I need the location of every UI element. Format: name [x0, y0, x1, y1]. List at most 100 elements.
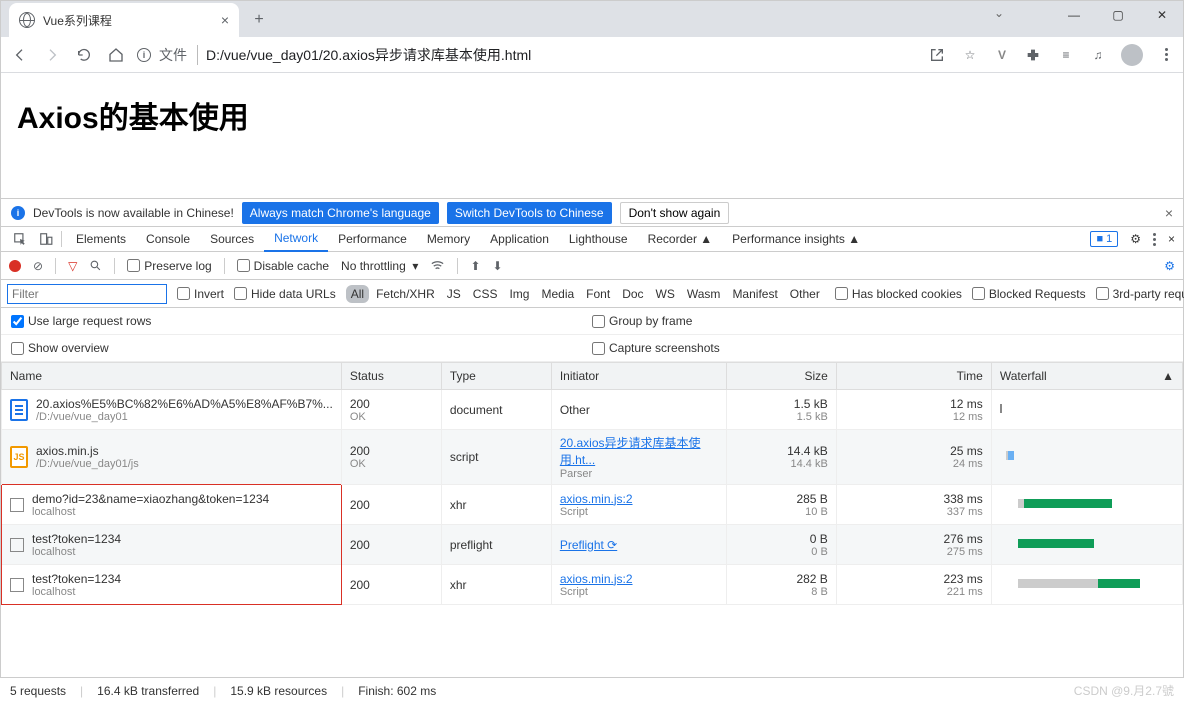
browser-tab-bar: Vue系列课程 × + [1, 1, 1183, 37]
v-icon[interactable]: V [993, 48, 1011, 62]
tab-title: Vue系列课程 [43, 12, 112, 29]
initiator-link[interactable]: axios.min.js:2 [560, 572, 633, 586]
info-icon[interactable]: i [137, 48, 151, 62]
table-row[interactable]: test?token=1234localhost 200 preflight P… [2, 525, 1183, 565]
throttling-select[interactable]: No throttling ▾ [341, 259, 418, 273]
download-icon[interactable]: ⬇ [493, 259, 503, 273]
home-button[interactable] [105, 44, 127, 66]
tab-close-icon[interactable]: × [221, 12, 229, 28]
header-initiator[interactable]: Initiator [551, 363, 726, 390]
devtools-tab-sources[interactable]: Sources [200, 226, 264, 252]
settings-icon[interactable]: ⚙ [1130, 232, 1141, 246]
maximize-button[interactable]: ▢ [1096, 0, 1140, 30]
table-row[interactable]: demo?id=23&name=xiaozhang&token=1234loca… [2, 485, 1183, 525]
devtools-tab-performanceinsights[interactable]: Performance insights ▲ [722, 226, 870, 252]
initiator-link[interactable]: Preflight ⟳ [560, 538, 617, 552]
reload-button[interactable] [73, 44, 95, 66]
device-icon[interactable] [35, 232, 57, 246]
header-waterfall[interactable]: Waterfall ▲ [991, 363, 1182, 390]
clear-icon[interactable]: ⊘ [33, 259, 43, 273]
disable-cache-checkbox[interactable]: Disable cache [237, 259, 329, 273]
status-code: 200 [350, 538, 433, 552]
back-button[interactable] [9, 44, 31, 66]
blocked-cookies-checkbox[interactable]: Has blocked cookies [835, 287, 962, 301]
filter-type-doc[interactable]: Doc [617, 285, 648, 303]
header-size[interactable]: Size [726, 363, 836, 390]
reading-list-icon[interactable]: ≡ [1057, 48, 1075, 62]
menu-icon[interactable] [1157, 48, 1175, 61]
network-settings-icon[interactable]: ⚙ [1164, 259, 1175, 273]
waterfall-bar [1000, 404, 1140, 416]
devtools-tab-memory[interactable]: Memory [417, 226, 480, 252]
devtools-tab-recorder[interactable]: Recorder ▲ [638, 226, 723, 252]
share-icon[interactable] [929, 47, 947, 63]
filter-type-img[interactable]: Img [504, 285, 534, 303]
minimize-button[interactable]: — [1052, 0, 1096, 30]
devtools-tab-console[interactable]: Console [136, 226, 200, 252]
table-row[interactable]: test?token=1234localhost 200 xhr axios.m… [2, 565, 1183, 605]
table-row[interactable]: JSaxios.min.js/D:/vue/vue_day01/js 200OK… [2, 430, 1183, 485]
filter-type-css[interactable]: CSS [468, 285, 503, 303]
filter-icon[interactable]: ▽ [68, 259, 77, 273]
filter-type-font[interactable]: Font [581, 285, 615, 303]
switch-chinese-button[interactable]: Switch DevTools to Chinese [447, 202, 612, 224]
new-tab-button[interactable]: + [245, 6, 273, 34]
preserve-log-checkbox[interactable]: Preserve log [127, 259, 211, 273]
screenshots-checkbox[interactable]: Capture screenshots [592, 341, 720, 355]
large-rows-checkbox[interactable]: Use large request rows [11, 314, 151, 328]
time-value: 25 ms [950, 444, 983, 458]
upload-icon[interactable]: ⬆ [470, 259, 480, 273]
header-type[interactable]: Type [441, 363, 551, 390]
hide-data-checkbox[interactable]: Hide data URLs [234, 287, 336, 301]
inspect-icon[interactable] [9, 232, 31, 246]
filter-type-ws[interactable]: WS [651, 285, 680, 303]
devtools-tab-performance[interactable]: Performance [328, 226, 417, 252]
show-overview-checkbox[interactable]: Show overview [11, 341, 109, 355]
initiator-link[interactable]: axios.min.js:2 [560, 492, 633, 506]
filter-type-manifest[interactable]: Manifest [727, 285, 782, 303]
request-path: /D:/vue/vue_day01/js [36, 458, 139, 470]
filter-type-media[interactable]: Media [536, 285, 579, 303]
devtools-tab-lighthouse[interactable]: Lighthouse [559, 226, 638, 252]
profile-avatar[interactable] [1121, 44, 1143, 66]
filter-type-wasm[interactable]: Wasm [682, 285, 726, 303]
url-field[interactable]: i 文件 D:/vue/vue_day01/20.axios异步请求库基本使用.… [137, 45, 919, 65]
table-row[interactable]: 20.axios%E5%BC%82%E6%AD%A5%E8%AF%B7%.../… [2, 390, 1183, 430]
close-button[interactable]: ✕ [1140, 0, 1184, 30]
browser-tab[interactable]: Vue系列课程 × [9, 3, 239, 37]
music-icon[interactable]: ♫ [1089, 48, 1107, 62]
filter-bar: Invert Hide data URLs AllFetch/XHRJSCSSI… [1, 280, 1183, 308]
issues-badge[interactable]: ■ 1 [1090, 231, 1118, 247]
bookmark-icon[interactable]: ☆ [961, 48, 979, 62]
window-dropdown[interactable]: ⌄ [994, 6, 1004, 20]
filter-type-other[interactable]: Other [785, 285, 825, 303]
filter-type-js[interactable]: JS [442, 285, 466, 303]
filter-input[interactable] [7, 284, 167, 304]
extensions-icon[interactable] [1025, 47, 1043, 63]
match-language-button[interactable]: Always match Chrome's language [242, 202, 439, 224]
request-type: document [441, 390, 551, 430]
header-name[interactable]: Name [2, 363, 342, 390]
record-button[interactable] [9, 260, 21, 272]
filter-type-all[interactable]: All [346, 285, 369, 303]
third-party-checkbox[interactable]: 3rd-party requests [1096, 287, 1184, 301]
time-value: 338 ms [943, 492, 982, 506]
blocked-requests-checkbox[interactable]: Blocked Requests [972, 287, 1086, 301]
invert-checkbox[interactable]: Invert [177, 287, 224, 301]
devtools-tab-network[interactable]: Network [264, 226, 328, 252]
banner-close-icon[interactable]: × [1165, 205, 1173, 221]
devtools-close-icon[interactable]: × [1168, 232, 1175, 246]
search-icon[interactable] [89, 259, 102, 272]
filter-type-fetchxhr[interactable]: Fetch/XHR [371, 285, 440, 303]
devtools-menu-icon[interactable] [1153, 233, 1156, 246]
header-status[interactable]: Status [341, 363, 441, 390]
devtools-tab-application[interactable]: Application [480, 226, 559, 252]
initiator-link[interactable]: 20.axios异步请求库基本使用.ht... [560, 436, 701, 467]
wifi-icon[interactable] [430, 258, 445, 273]
devtools-tab-elements[interactable]: Elements [66, 226, 136, 252]
header-time[interactable]: Time [836, 363, 991, 390]
group-frame-checkbox[interactable]: Group by frame [592, 314, 692, 328]
dont-show-button[interactable]: Don't show again [620, 202, 730, 224]
forward-button[interactable] [41, 44, 63, 66]
page-content: Axios的基本使用 [1, 73, 1183, 198]
